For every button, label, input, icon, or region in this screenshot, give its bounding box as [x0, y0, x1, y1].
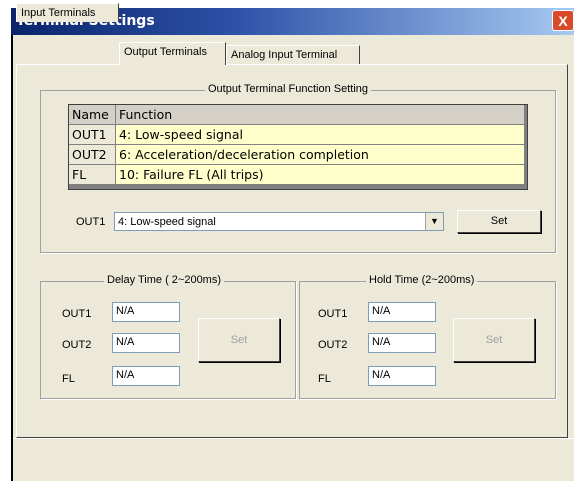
hold-time-group-title: Hold Time (2~200ms)	[366, 274, 478, 286]
function-set-button[interactable]: Set	[457, 210, 541, 233]
tab-input-terminals[interactable]: Input Terminals	[16, 3, 119, 22]
divider	[13, 438, 574, 439]
hold-out1-field[interactable]: N/A	[368, 302, 436, 322]
row-name: FL	[69, 165, 116, 185]
row-function[interactable]: 6: Acceleration/deceleration completion	[116, 145, 525, 165]
table-row[interactable]: OUT2 6: Acceleration/deceleration comple…	[69, 145, 525, 165]
row-function[interactable]: 10: Failure FL (All trips)	[116, 165, 525, 185]
delay-out1-field[interactable]: N/A	[112, 302, 180, 322]
row-function[interactable]: 4: Low-speed signal	[116, 125, 525, 145]
function-select-value: 4: Low-speed signal	[118, 216, 216, 228]
hold-set-button[interactable]: Set	[453, 318, 535, 362]
close-icon: X	[558, 13, 568, 29]
function-select[interactable]: 4: Low-speed signal ▼	[114, 212, 444, 231]
close-button[interactable]: X	[552, 10, 574, 31]
column-header-function[interactable]: Function	[116, 105, 525, 125]
tab-output-terminals[interactable]: Output Terminals	[119, 42, 226, 65]
table-row[interactable]: OUT1 4: Low-speed signal	[69, 125, 525, 145]
hold-fl-label: FL	[318, 373, 331, 385]
grid-header-row: Name Function	[69, 105, 525, 125]
delay-out2-label: OUT2	[62, 339, 92, 351]
hold-fl-field[interactable]: N/A	[368, 366, 436, 386]
chevron-down-icon[interactable]: ▼	[425, 213, 443, 230]
terminal-settings-window: Terminal Settings X Input Terminals Outp…	[0, 0, 574, 481]
function-setting-group-title: Output Terminal Function Setting	[205, 83, 371, 95]
tab-analog-input-terminal[interactable]: Analog Input Terminal	[226, 45, 360, 64]
row-name: OUT2	[69, 145, 116, 165]
delay-fl-field[interactable]: N/A	[112, 366, 180, 386]
hold-out2-label: OUT2	[318, 339, 348, 351]
function-select-label: OUT1	[76, 216, 106, 228]
row-name: OUT1	[69, 125, 116, 145]
hold-out2-field[interactable]: N/A	[368, 333, 436, 353]
delay-out2-field[interactable]: N/A	[112, 333, 180, 353]
tab-label: Output Terminals	[124, 46, 207, 58]
column-header-name[interactable]: Name	[69, 105, 116, 125]
table-row[interactable]: FL 10: Failure FL (All trips)	[69, 165, 525, 185]
hold-out1-label: OUT1	[318, 308, 348, 320]
delay-out1-label: OUT1	[62, 308, 92, 320]
function-grid[interactable]: Name Function OUT1 4: Low-speed signal O…	[68, 104, 528, 190]
tab-label: Analog Input Terminal	[231, 49, 338, 61]
tab-label: Input Terminals	[21, 7, 96, 19]
delay-time-group-title: Delay Time ( 2~200ms)	[104, 274, 225, 286]
delay-set-button[interactable]: Set	[198, 318, 280, 362]
delay-fl-label: FL	[62, 373, 75, 385]
